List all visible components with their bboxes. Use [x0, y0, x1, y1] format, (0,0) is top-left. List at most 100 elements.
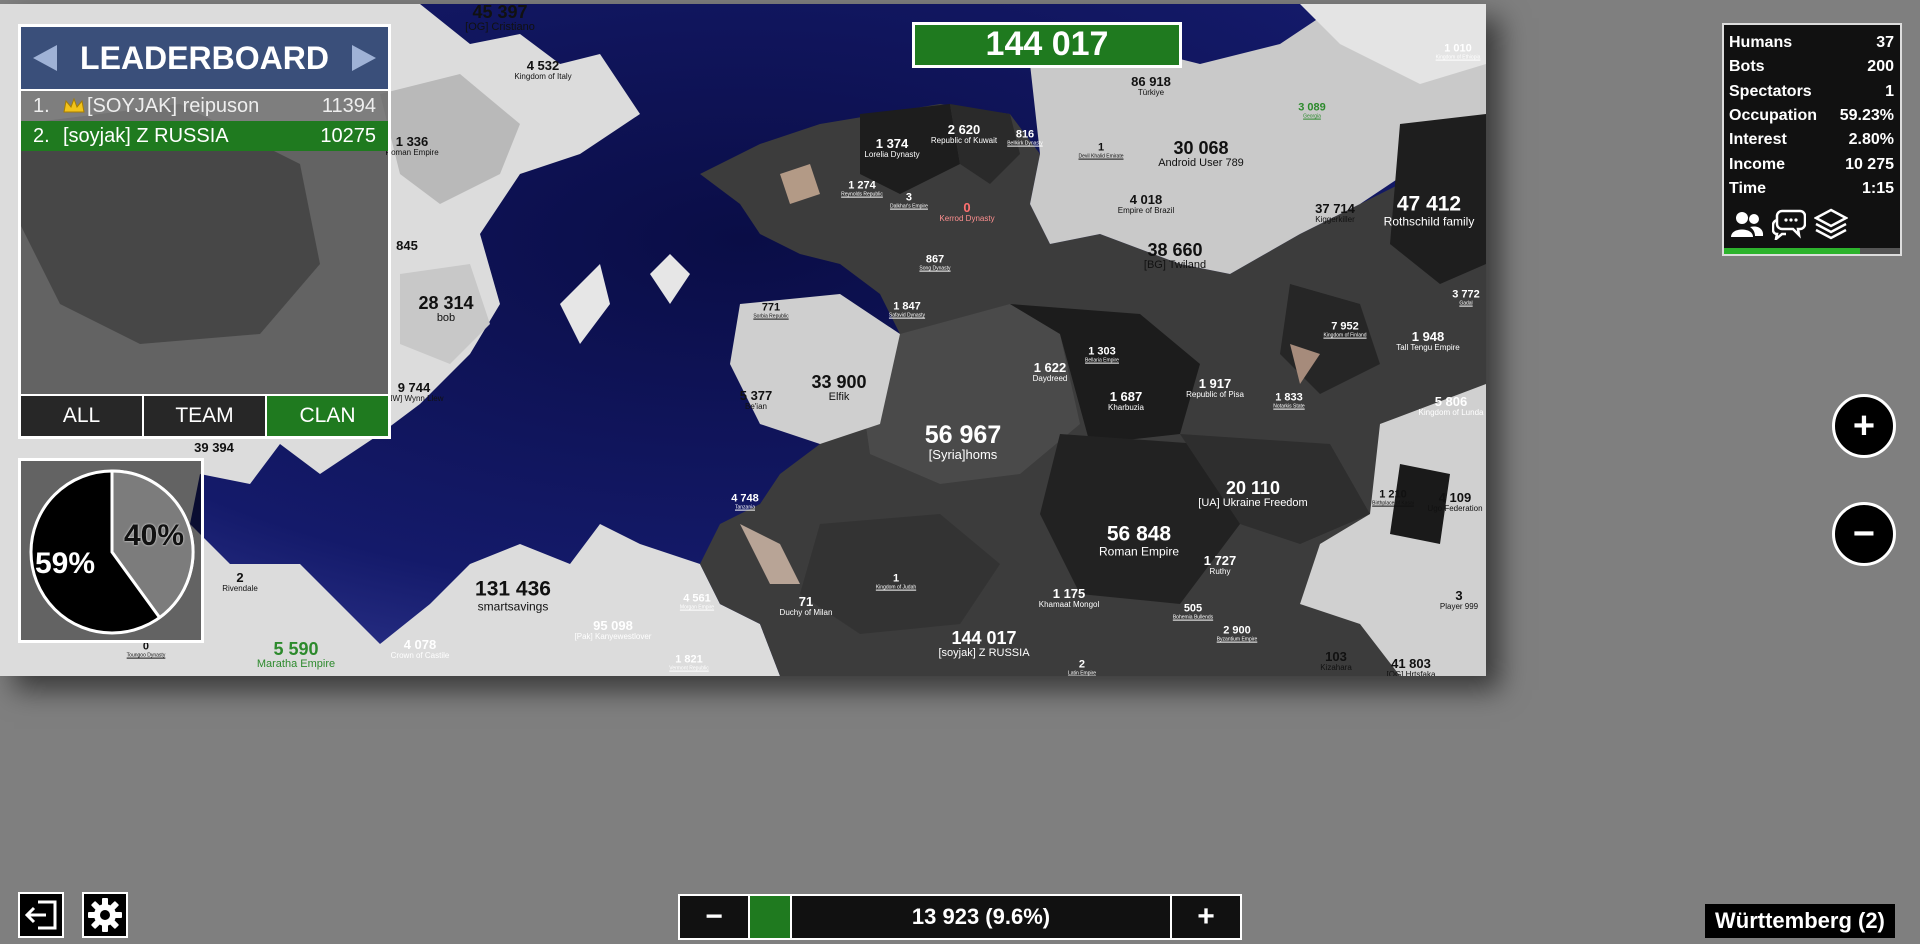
territory-troops: 45 397 — [472, 4, 528, 22]
territory-troops: 1 622 — [1033, 359, 1067, 375]
territory-label[interactable]: 30 068 Android User 789 — [1158, 137, 1244, 169]
territory-label[interactable]: 33 900 Elfik — [811, 371, 867, 403]
territory-label[interactable]: 2 Latin Empire — [1068, 659, 1096, 676]
territory-label[interactable]: 771 Sorbia Republic — [753, 302, 788, 320]
territory-label[interactable]: 816 Bellkirk Dynasty — [1007, 129, 1043, 147]
territory-label[interactable]: 20 110 [UA] Ukraine Freedom — [1198, 477, 1307, 509]
territory-label[interactable]: 4 109 Ugo Federation — [1427, 491, 1482, 513]
territory-label[interactable]: 9 744 [NW] Wynn Llew — [384, 381, 443, 403]
territory-label[interactable]: 103 Kizahara — [1320, 650, 1352, 672]
territory-label[interactable]: 867 Song Dynasty — [919, 254, 950, 272]
territory-label[interactable]: 5 806 Kingdom of Lunda — [1419, 395, 1484, 417]
territory-troops: 33 900 — [811, 371, 867, 392]
territory-name: Safavid Dynasty — [888, 312, 926, 319]
territory-label[interactable]: 3 089 Georgia — [1298, 102, 1326, 120]
territory-label[interactable]: 86 918 Türkiye — [1131, 75, 1171, 97]
territory-label[interactable]: 4 078 Crown of Castile — [391, 638, 450, 660]
leaderboard-next-arrow-icon[interactable] — [351, 45, 376, 71]
territory-label[interactable]: 144 017 [soyjak] Z RUSSIA — [938, 628, 1029, 659]
territory-label[interactable]: 1 336 Roman Empire — [385, 135, 438, 157]
territory-label[interactable]: 1 175 Khamaat Mongol — [1039, 587, 1099, 609]
territory-troops: 2 900 — [1223, 624, 1251, 637]
territory-label[interactable]: 5 377 Be'ian — [740, 389, 773, 411]
territory-label[interactable]: 37 714 Kiggerkiller — [1315, 202, 1355, 224]
tab-team[interactable]: TEAM — [144, 396, 267, 436]
territory-label[interactable]: 1 Devil Khalid Emirate — [1078, 142, 1123, 160]
territory-label[interactable]: 4 532 Kingdom of Italy — [514, 59, 571, 81]
territory-label[interactable]: 1 374 Lorelia Dynasty — [864, 137, 919, 159]
territory-label[interactable]: 47 412 Rothschild family — [1384, 193, 1475, 229]
troop-decrease-button[interactable]: − — [680, 896, 750, 938]
territory-name: Player 999 — [1439, 601, 1479, 611]
territory-label[interactable]: 1 274 Reynolds Republic — [841, 180, 883, 198]
territory-troops: 4 078 — [403, 636, 437, 652]
territory-label[interactable]: 1 833 Notarkis State — [1273, 392, 1304, 410]
stats-progress-fill — [1724, 248, 1860, 254]
territory-label[interactable]: 95 098 [Pak] Kanyewestlover — [575, 619, 652, 641]
leaderboard-rank: 2. — [33, 124, 50, 147]
territory-label[interactable]: 845 — [396, 239, 418, 253]
territory-troops: 20 110 — [1225, 477, 1281, 498]
territory-label[interactable]: 41 803 [OG] Hrtsfaka — [1387, 657, 1436, 676]
territory-label[interactable]: 1 210 Birthplace of Kasai — [1372, 489, 1414, 507]
territory-label[interactable]: 28 314 bob — [418, 293, 473, 324]
territory-troops: 7 952 — [1331, 320, 1359, 333]
territory-label[interactable]: 3 Dalkhar's Empire — [890, 192, 928, 210]
territory-troops: 30 068 — [1173, 137, 1229, 158]
territory-label[interactable]: 71 Duchy of Milan — [780, 595, 833, 617]
territory-label[interactable]: 38 660 [BG] Twiland — [1144, 240, 1206, 271]
territory-label[interactable]: 505 Bohemia Bullends — [1173, 603, 1213, 621]
territory-label[interactable]: 0 Kerrod Dynasty — [939, 201, 994, 223]
exit-button[interactable] — [18, 892, 64, 938]
tab-all[interactable]: ALL — [21, 396, 144, 436]
territory-label[interactable]: 56 967 [Syria]homs — [925, 422, 1001, 462]
territory-name: Kingdom of Judah — [875, 584, 917, 591]
territory-label[interactable]: 45 397 [OG] Cristiano — [465, 4, 535, 33]
chat-icon[interactable] — [1772, 207, 1806, 241]
territory-label[interactable]: 1 948 Tall Tengu Empire — [1396, 330, 1459, 352]
territory-label[interactable]: 4 561 Morgan Empire — [680, 593, 714, 611]
territory-label[interactable]: 1 687 Kharbuzia — [1108, 390, 1144, 412]
troop-increase-button[interactable]: + — [1170, 896, 1240, 938]
territory-label[interactable]: 2 620 Republic of Kuwait — [931, 123, 997, 145]
leaderboard-row[interactable]: 2. [soyjak] Z RUSSIA 10275 — [21, 121, 388, 151]
territory-label[interactable]: 56 848 Roman Empire — [1099, 523, 1179, 559]
territory-label[interactable]: 1 010 Kingdom of Ethiopia — [1436, 43, 1481, 61]
territory-label[interactable]: 1 917 Republic of Pisa — [1186, 377, 1244, 399]
territory-label[interactable]: 4 748 Tanzania — [731, 492, 759, 511]
territory-label[interactable]: 131 436 smartsavings — [475, 578, 551, 614]
territory-label[interactable]: 3 Player 999 — [1440, 589, 1478, 611]
territory-label[interactable]: 2 900 Byzantium Empire — [1217, 624, 1258, 643]
territory-name: Dalkhar's Empire — [890, 203, 928, 210]
territory-label[interactable]: 0 Toungoo Dynasty — [127, 641, 166, 659]
tab-clan[interactable]: CLAN — [267, 396, 388, 436]
territory-name: Ugo Federation — [1427, 503, 1483, 513]
territory-label[interactable]: 3 772 Gadal — [1452, 288, 1480, 307]
territory-label[interactable]: 1 821 Vermont Republic — [669, 654, 708, 672]
territory-troops: 4 748 — [731, 492, 759, 505]
leaderboard-row[interactable]: 1. [SOYJAK] reipuson 11394 — [21, 91, 388, 121]
zoom-out-button[interactable]: − — [1832, 502, 1896, 566]
territory-label[interactable]: 4 018 Empire of Brazil — [1118, 193, 1174, 215]
territory-label[interactable]: 5 590 Maratha Empire — [257, 639, 335, 670]
territory-label[interactable]: 39 394 — [194, 441, 234, 455]
players-icon[interactable] — [1730, 207, 1764, 241]
territory-label[interactable]: 1 847 Safavid Dynasty — [888, 301, 926, 319]
territory-label[interactable]: 1 622 Daydreed — [1033, 361, 1068, 383]
layers-icon[interactable] — [1814, 207, 1848, 241]
territory-label[interactable]: 1 303 Bellaria Empire — [1085, 346, 1119, 364]
troop-amount[interactable]: 13 923 (9.6%) — [792, 896, 1170, 938]
territory-label[interactable]: 1 727 Ruthy — [1204, 554, 1237, 576]
settings-button[interactable] — [82, 892, 128, 938]
stats-icon-row — [1730, 207, 1848, 241]
leaderboard-prev-arrow-icon[interactable] — [33, 45, 57, 71]
territory-label[interactable]: 1 Kingdom of Judah — [875, 573, 917, 591]
territory-label[interactable]: 2 Rivendale — [222, 571, 258, 593]
zoom-in-button[interactable]: + — [1832, 394, 1896, 458]
territory-label[interactable]: 7 952 Kingdom of Finland — [1323, 320, 1366, 339]
territory-troops: 39 394 — [194, 440, 234, 456]
territory-name: Kingdom of Italy — [514, 71, 572, 81]
territory-name: Gadal — [1459, 300, 1473, 307]
territory-name: Roman Empire — [385, 147, 439, 157]
territory-troops: 3 772 — [1452, 288, 1480, 301]
